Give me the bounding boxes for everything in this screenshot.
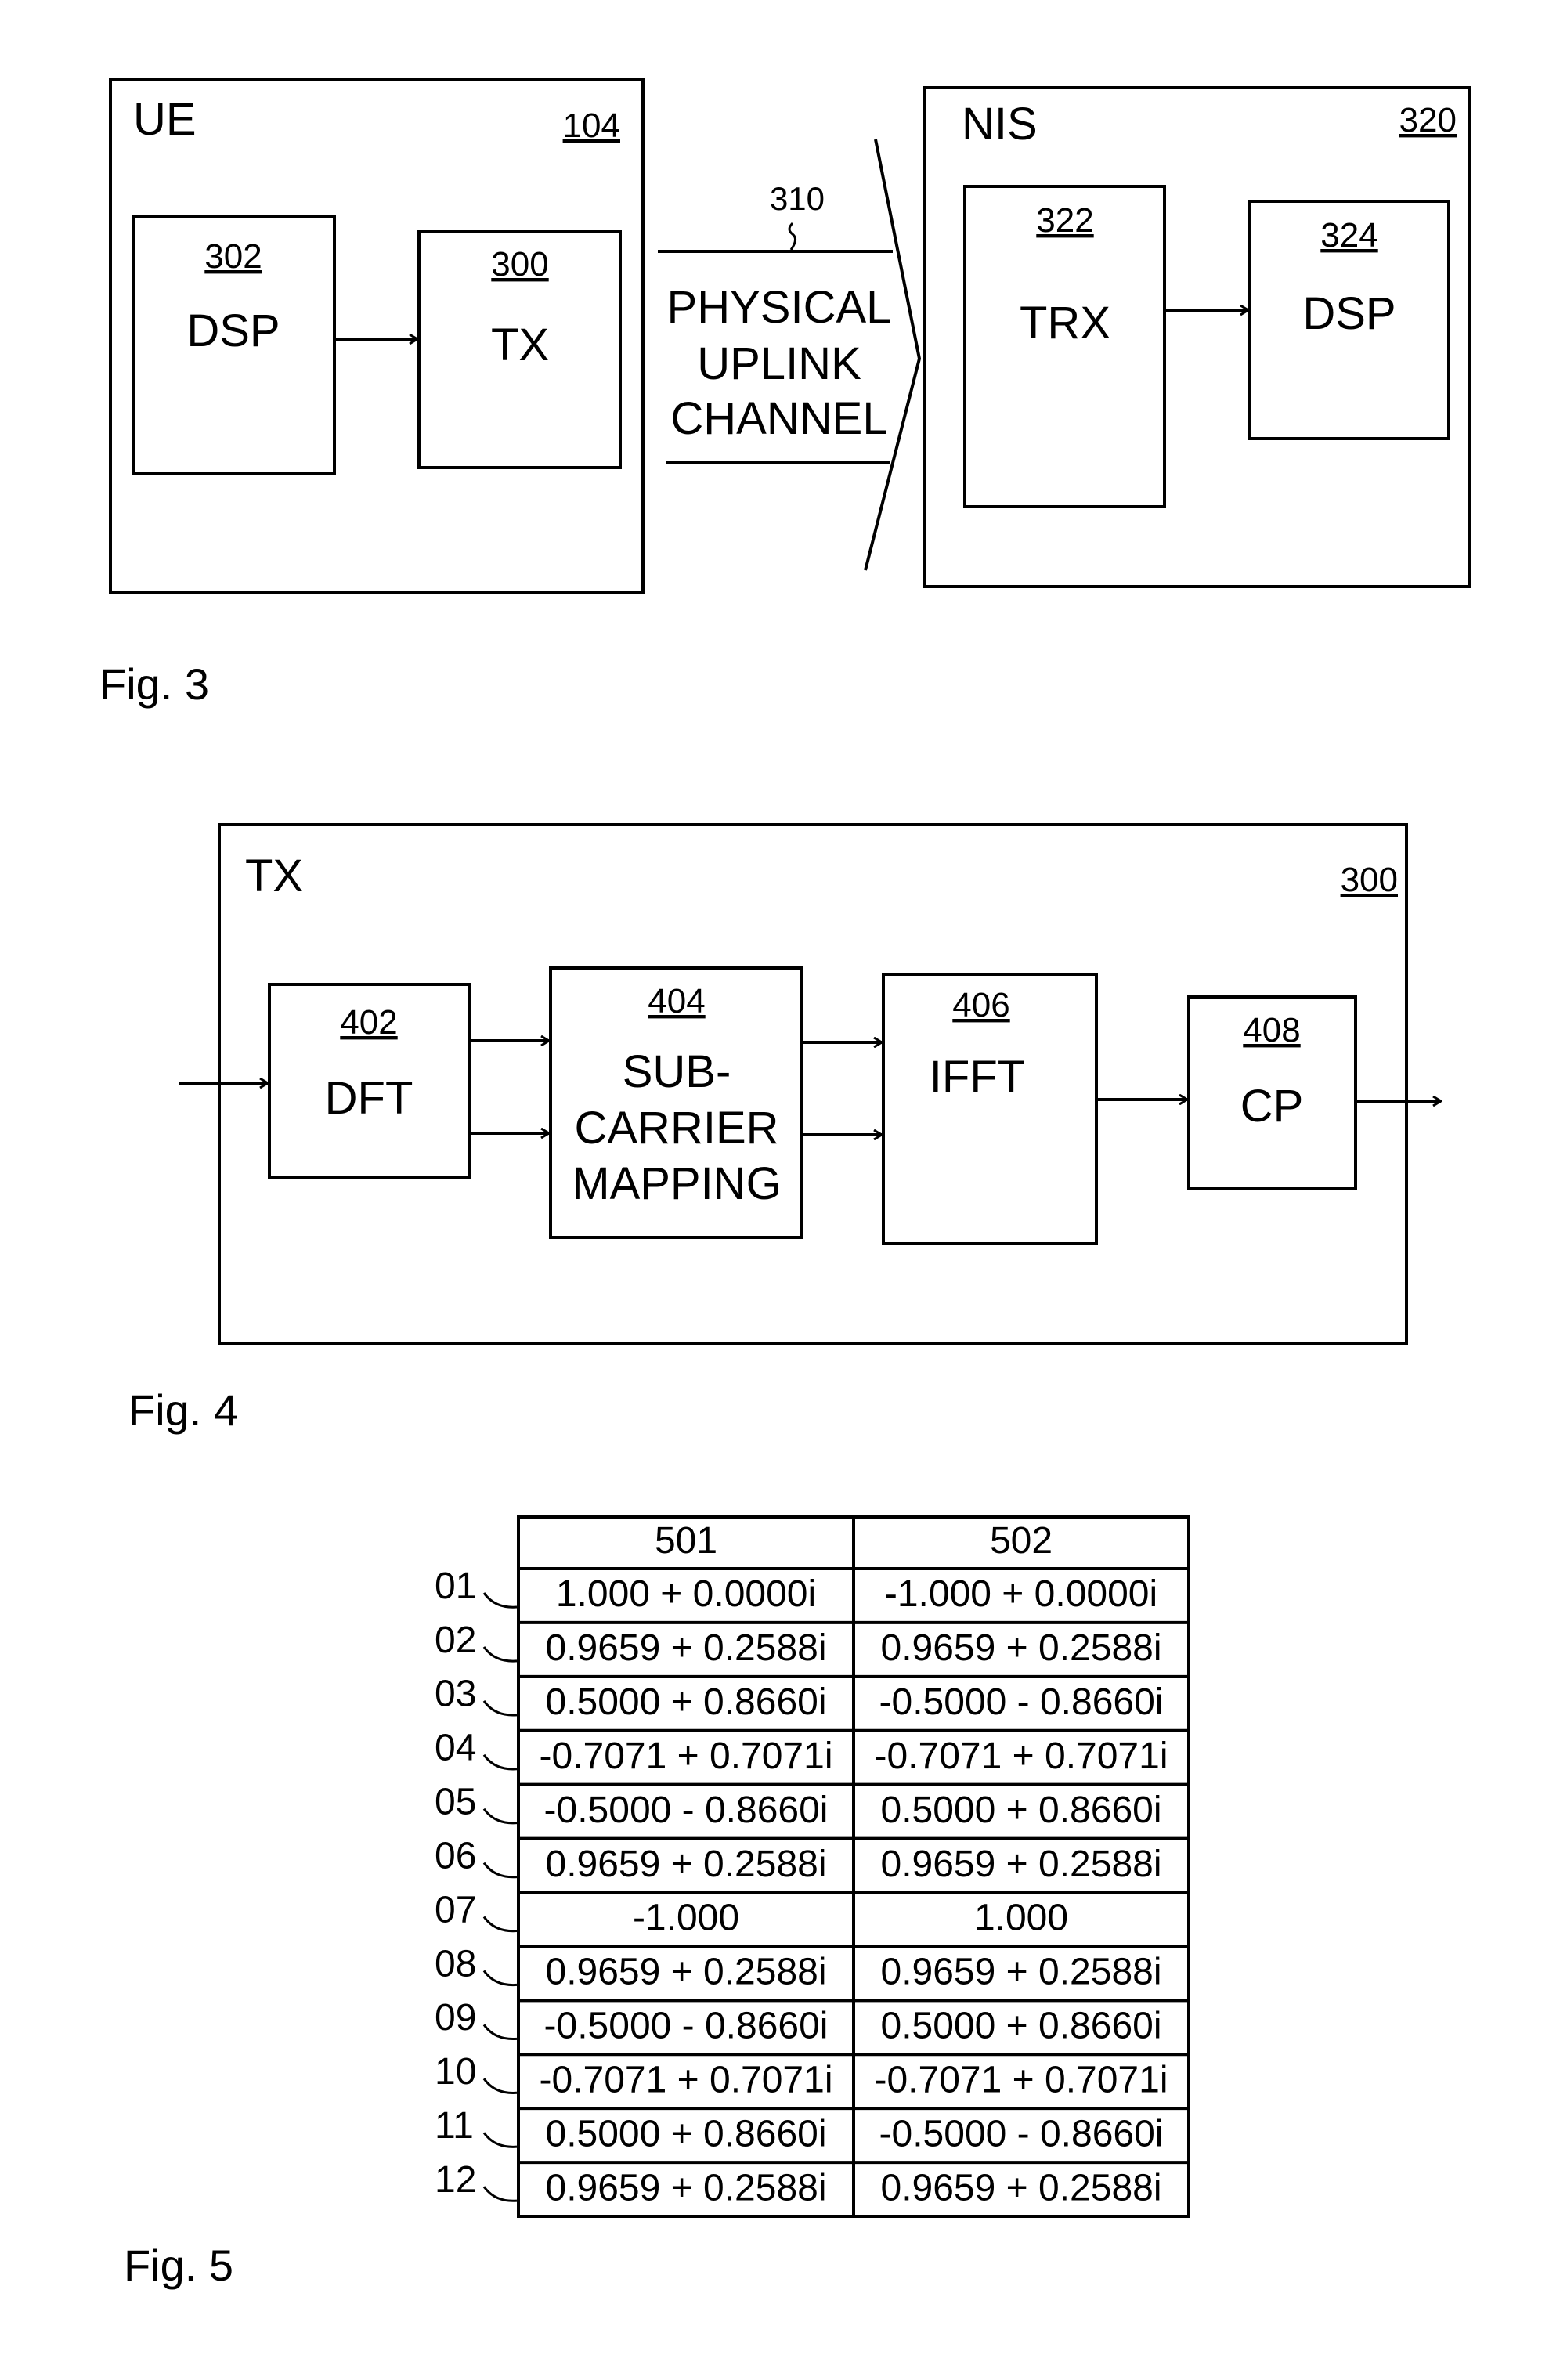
table-cell-502: 0.9659 + 0.2588i <box>881 1844 1162 1885</box>
mapping-label-3: MAPPING <box>572 1158 782 1209</box>
nis-ref: 320 <box>1399 101 1457 139</box>
cp-ref: 408 <box>1243 1011 1300 1049</box>
channel-chevron <box>864 139 922 571</box>
table-cell-502: -0.7071 + 0.7071i <box>875 1735 1168 1777</box>
table-row-label: 04 <box>435 1728 476 1769</box>
nis-trx-ref: 322 <box>1036 201 1093 240</box>
table-row-label: 01 <box>435 1566 476 1607</box>
row-label-leader <box>482 2078 518 2094</box>
ue-ref: 104 <box>563 107 620 145</box>
nis-dsp-ref: 324 <box>1320 216 1377 255</box>
channel-line-2: UPLINK <box>697 338 861 389</box>
table-row-label: 06 <box>435 1835 476 1876</box>
nis-title: NIS <box>962 99 1038 150</box>
table-cell-501: -0.5000 - 0.8660i <box>544 1790 829 1831</box>
dft-ref: 402 <box>340 1003 397 1042</box>
row-label-leader <box>482 2186 518 2202</box>
table-cell-502: 0.9659 + 0.2588i <box>881 1952 1162 1993</box>
channel-line-1: PHYSICAL <box>667 282 892 333</box>
table-column-header: 501 <box>655 1520 717 1562</box>
table-row-label: 08 <box>435 1943 476 1985</box>
row-label-leader <box>482 1970 518 1987</box>
row-label-leader <box>482 1699 518 1717</box>
mapping-label-2: CARRIER <box>574 1103 778 1154</box>
channel-ref-leader <box>788 222 796 251</box>
row-label-leader <box>482 1862 518 1879</box>
table-row-label: 02 <box>435 1620 476 1661</box>
table-cell-502: 0.9659 + 0.2588i <box>881 1627 1162 1669</box>
ue-title: UE <box>133 94 197 145</box>
row-label-leader <box>482 2132 518 2148</box>
row-label-leader <box>482 1916 518 1933</box>
fig5: 501 502 1.000 + 0.0000i -1.000 + 0.0000i 01 0… <box>124 1515 1190 2290</box>
table-cell-501: 1.000 + 0.0000i <box>556 1573 816 1615</box>
table-row-label: 05 <box>435 1782 476 1823</box>
row-label-leader <box>482 1646 518 1663</box>
mapping-label-1: SUB- <box>623 1046 731 1097</box>
ifft-label: IFFT <box>930 1052 1025 1103</box>
table-row-label: 11 <box>435 2105 474 2147</box>
table-cell-502: -1.000 + 0.0000i <box>885 1573 1157 1615</box>
cp-label: CP <box>1240 1081 1304 1132</box>
table-row-label: 10 <box>435 2051 476 2093</box>
table-cell-501: -0.7071 + 0.7071i <box>540 2059 833 2100</box>
table-cell-502: -0.5000 - 0.8660i <box>879 2113 1164 2154</box>
tx-title: TX <box>245 851 303 901</box>
mapping-ref: 404 <box>648 982 705 1020</box>
nis-dsp-label: DSP <box>1302 288 1396 339</box>
row-label-leader <box>482 1592 518 1609</box>
table-cell-501: 0.5000 + 0.8660i <box>546 2113 827 2154</box>
table-cell-502: 0.9659 + 0.2588i <box>881 2167 1162 2208</box>
patent-drawing-sheet: UE 104 302 DSP 300 TX 310 PHYSICAL UPLIN… <box>99 78 1471 2290</box>
row-label-leader <box>482 1753 518 1771</box>
table-cell-502: 0.5000 + 0.8660i <box>881 1790 1162 1831</box>
ue-tx-label: TX <box>491 320 549 370</box>
fig4-caption: Fig. 4 <box>128 1385 238 1435</box>
table-column-header: 502 <box>990 1520 1053 1562</box>
ue-dsp-label: DSP <box>186 305 280 356</box>
channel-ref: 310 <box>770 180 825 217</box>
table-row-label: 09 <box>435 1997 476 2039</box>
channel-line-3: CHANNEL <box>670 393 887 444</box>
table-cell-501: 0.9659 + 0.2588i <box>546 2167 827 2208</box>
table-cell-502: 1.000 <box>974 1898 1068 1939</box>
fig3: UE 104 302 DSP 300 TX 310 PHYSICAL UPLIN… <box>99 78 1471 709</box>
row-label-leader <box>482 2024 518 2041</box>
table-row-label: 12 <box>435 2159 476 2201</box>
table-cell-501: -1.000 <box>633 1898 739 1939</box>
table-cell-501: 0.9659 + 0.2588i <box>546 1952 827 1993</box>
fig3-caption: Fig. 3 <box>99 659 209 709</box>
row-label-leader <box>482 1808 518 1825</box>
table-cell-502: 0.5000 + 0.8660i <box>881 2006 1162 2047</box>
phase-table: 501 502 1.000 + 0.0000i -1.000 + 0.0000i 01 0… <box>435 1515 1190 2218</box>
table-cell-501: -0.7071 + 0.7071i <box>540 1735 833 1777</box>
table-row-label: 03 <box>435 1674 476 1715</box>
table-cell-501: -0.5000 - 0.8660i <box>544 2006 829 2047</box>
table-cell-502: -0.7071 + 0.7071i <box>875 2059 1168 2100</box>
ue-tx-ref: 300 <box>491 245 548 284</box>
tx-ref: 300 <box>1341 861 1398 899</box>
fig4: TX 300 402 DFT 404 SUB- CARRIER MAPPING … <box>128 823 1441 1435</box>
ue-dsp-ref: 302 <box>204 237 262 276</box>
nis-trx-label: TRX <box>1020 298 1110 349</box>
dft-label: DFT <box>325 1073 413 1124</box>
table-cell-501: 0.5000 + 0.8660i <box>546 1681 827 1723</box>
table-cell-501: 0.9659 + 0.2588i <box>546 1627 827 1669</box>
fig5-caption: Fig. 5 <box>124 2241 233 2290</box>
table-cell-502: -0.5000 - 0.8660i <box>879 1681 1164 1723</box>
ifft-ref: 406 <box>952 986 1009 1024</box>
table-cell-501: 0.9659 + 0.2588i <box>546 1844 827 1885</box>
table-row-label: 07 <box>435 1889 476 1930</box>
